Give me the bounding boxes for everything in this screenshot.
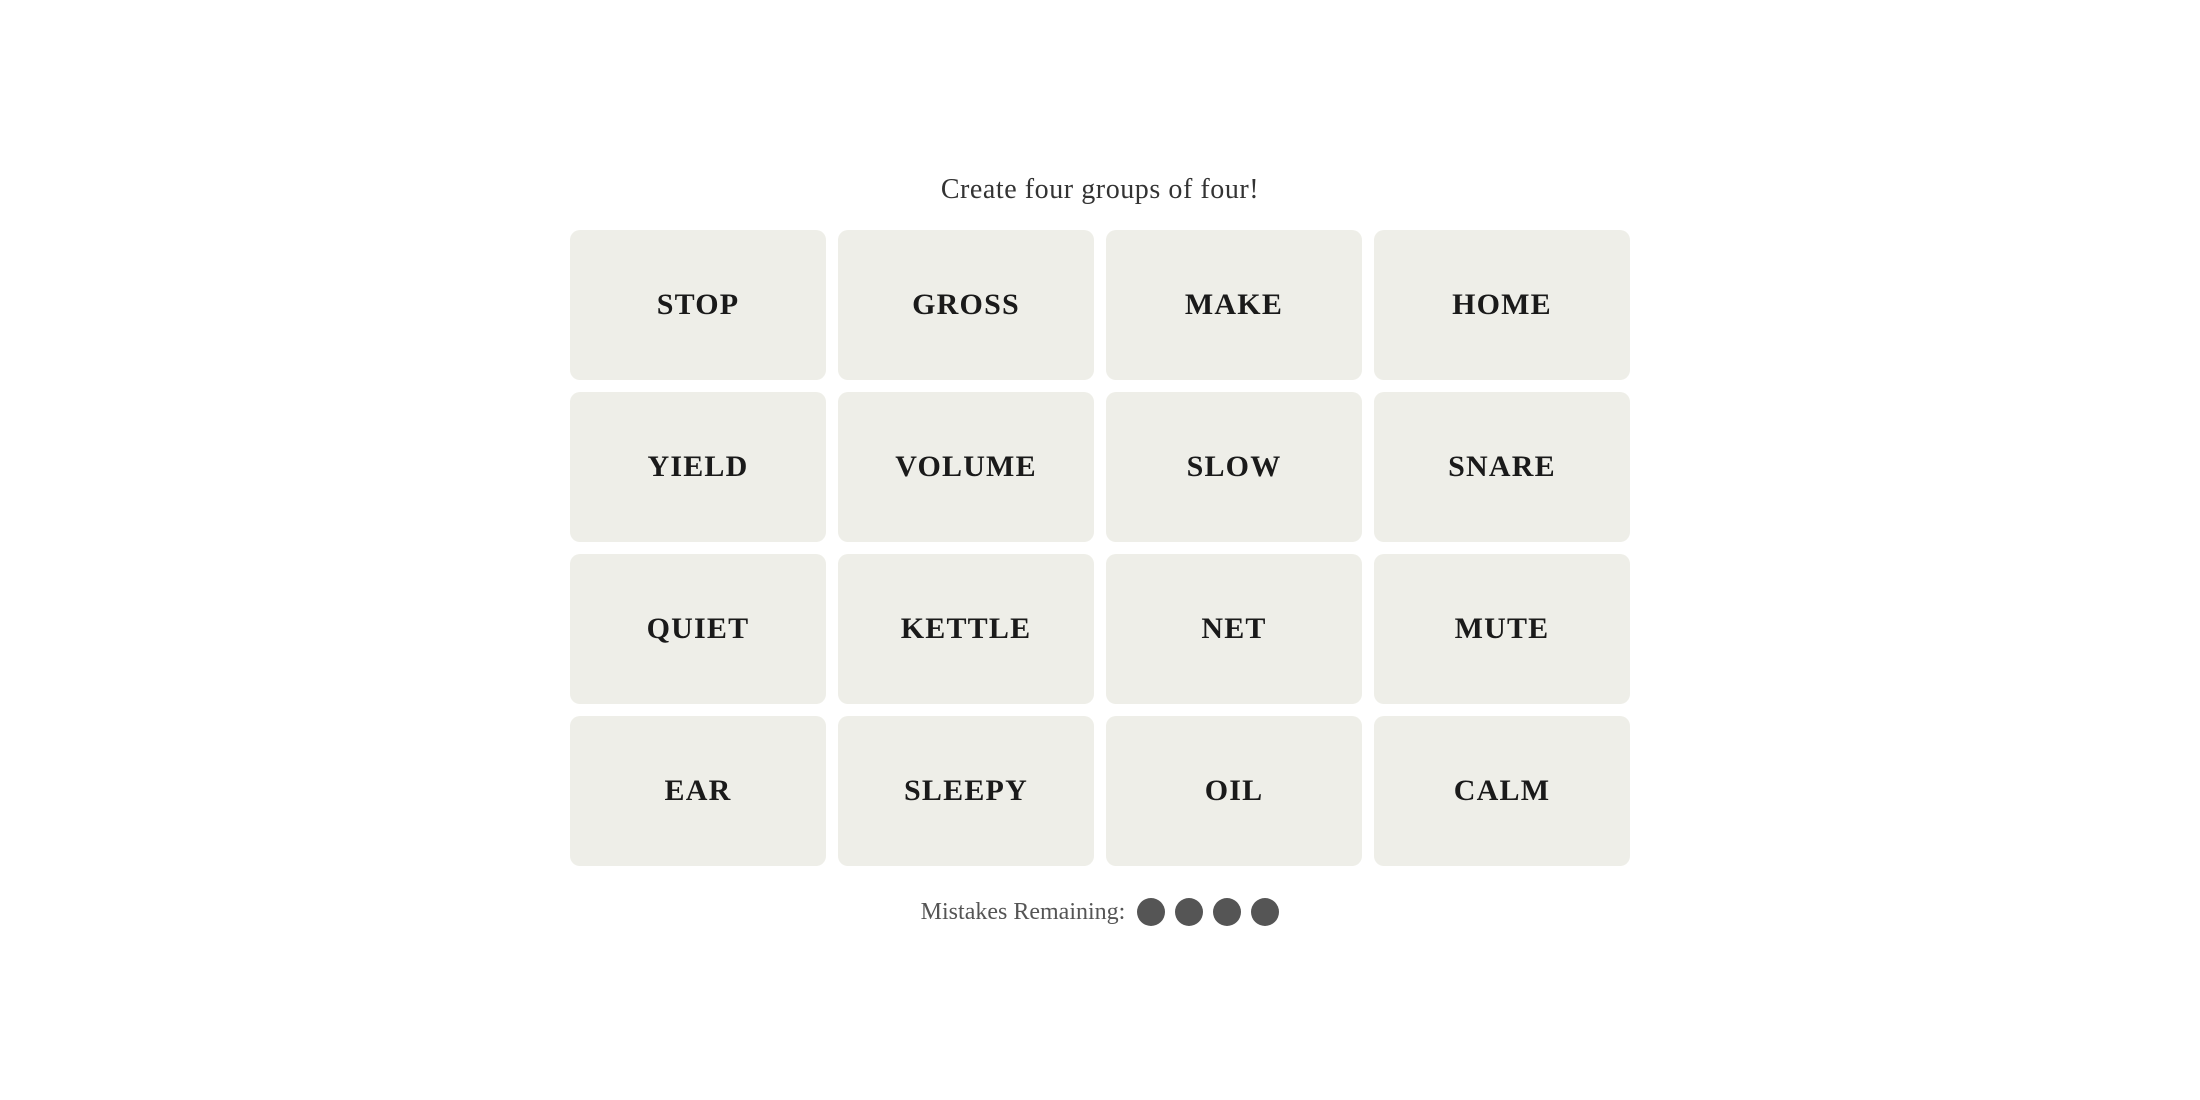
- word-label-volume: VOLUME: [895, 450, 1037, 484]
- mistakes-row: Mistakes Remaining:: [921, 898, 1280, 926]
- mistake-dot-3: [1213, 898, 1241, 926]
- mistake-dot-4: [1251, 898, 1279, 926]
- word-label-snare: SNARE: [1448, 450, 1556, 484]
- word-card-slow[interactable]: SLOW: [1106, 392, 1362, 542]
- word-label-net: NET: [1201, 612, 1266, 646]
- word-label-gross: GROSS: [912, 288, 1020, 322]
- word-card-home[interactable]: HOME: [1374, 230, 1630, 380]
- word-label-home: HOME: [1452, 288, 1552, 322]
- mistakes-label: Mistakes Remaining:: [921, 899, 1126, 926]
- word-card-yield[interactable]: YIELD: [570, 392, 826, 542]
- word-grid: STOP GROSS MAKE HOME YIELD VOLUME SLOW SNARE QUI…: [570, 230, 1630, 866]
- mistake-dot-2: [1175, 898, 1203, 926]
- word-label-make: MAKE: [1185, 288, 1283, 322]
- word-label-yield: YIELD: [647, 450, 748, 484]
- word-card-sleepy[interactable]: SLEEPY: [838, 716, 1094, 866]
- word-card-mute[interactable]: MUTE: [1374, 554, 1630, 704]
- word-card-calm[interactable]: CALM: [1374, 716, 1630, 866]
- word-card-quiet[interactable]: QUIET: [570, 554, 826, 704]
- word-card-kettle[interactable]: KETTLE: [838, 554, 1094, 704]
- word-card-make[interactable]: MAKE: [1106, 230, 1362, 380]
- word-card-gross[interactable]: GROSS: [838, 230, 1094, 380]
- word-card-oil[interactable]: OIL: [1106, 716, 1362, 866]
- word-label-sleepy: SLEEPY: [904, 774, 1028, 808]
- word-label-mute: MUTE: [1455, 612, 1550, 646]
- word-label-slow: SLOW: [1187, 450, 1282, 484]
- word-card-ear[interactable]: EAR: [570, 716, 826, 866]
- word-card-stop[interactable]: STOP: [570, 230, 826, 380]
- word-label-calm: CALM: [1454, 774, 1550, 808]
- subtitle: Create four groups of four!: [941, 174, 1259, 206]
- game-container: Create four groups of four! STOP GROSS MAK…: [570, 174, 1630, 926]
- word-label-ear: EAR: [665, 774, 732, 808]
- word-label-kettle: KETTLE: [901, 612, 1032, 646]
- word-card-snare[interactable]: SNARE: [1374, 392, 1630, 542]
- mistake-dot-1: [1137, 898, 1165, 926]
- word-label-quiet: QUIET: [647, 612, 750, 646]
- word-label-stop: STOP: [657, 288, 740, 322]
- word-card-volume[interactable]: VOLUME: [838, 392, 1094, 542]
- word-card-net[interactable]: NET: [1106, 554, 1362, 704]
- mistakes-dots: [1137, 898, 1279, 926]
- word-label-oil: OIL: [1205, 774, 1264, 808]
